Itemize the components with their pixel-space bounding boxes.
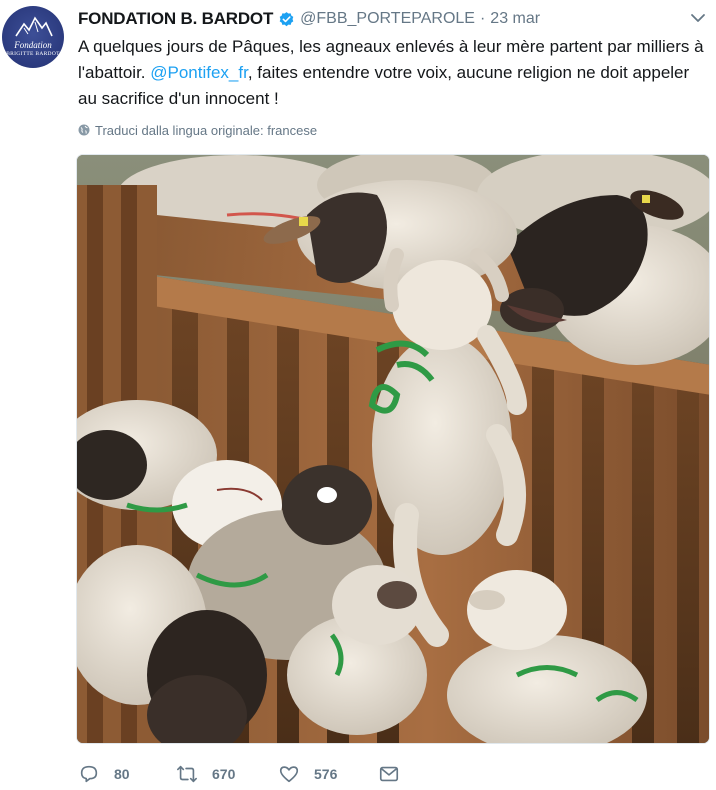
globe-icon: [78, 124, 90, 136]
reply-button[interactable]: 80: [78, 758, 130, 790]
avatar[interactable]: Fondation BRIGITTE BARDOT: [2, 6, 64, 68]
display-name[interactable]: FONDATION B. BARDOT: [78, 9, 273, 29]
tweet-text: A quelques jours de Pâques, les agneaux …: [78, 34, 712, 112]
translate-label: Traduci dalla lingua originale: francese: [95, 122, 318, 138]
reply-icon: [80, 765, 98, 783]
lambs-photo-image: [77, 155, 709, 743]
direct-message-button[interactable]: [378, 758, 400, 790]
heart-icon: [279, 766, 299, 783]
separator-dot: ·: [479, 10, 486, 27]
timestamp[interactable]: 23 mar: [490, 10, 540, 28]
reply-count: 80: [114, 766, 130, 782]
mention-link[interactable]: @Pontifex_fr: [150, 63, 248, 82]
retweet-count: 670: [212, 766, 236, 782]
tweet-header: FONDATION B. BARDOT @FBB_PORTEPAROLE · 2…: [78, 7, 540, 31]
like-count: 576: [314, 766, 338, 782]
chevron-down-icon[interactable]: [690, 10, 706, 26]
tweet-actions: 80 670 576: [78, 758, 698, 790]
avatar-logo-icon: [15, 16, 53, 37]
retweet-icon: [177, 765, 197, 783]
retweet-button[interactable]: 670: [176, 758, 235, 790]
user-handle[interactable]: @FBB_PORTEPAROLE: [300, 10, 475, 28]
tweet-card[interactable]: Fondation BRIGITTE BARDOT FONDATION B. B…: [0, 0, 716, 790]
like-button[interactable]: 576: [278, 758, 337, 790]
translate-link[interactable]: Traduci dalla lingua originale: francese: [78, 121, 317, 139]
tweet-photo[interactable]: [76, 154, 710, 744]
avatar-text: Fondation: [14, 40, 52, 50]
avatar-subtext: BRIGITTE BARDOT: [6, 51, 60, 57]
verified-badge-icon: [279, 11, 294, 26]
envelope-icon: [379, 766, 399, 782]
